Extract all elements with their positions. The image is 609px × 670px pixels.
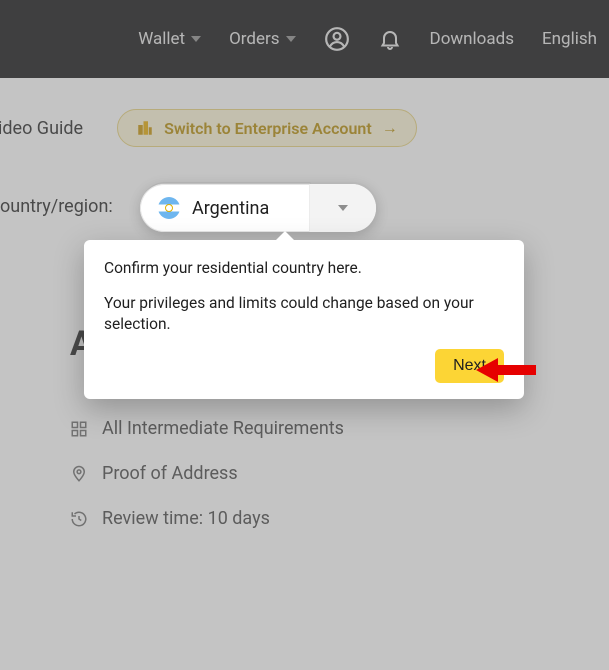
confirm-country-popover: Confirm your residential country here. Y… [84, 240, 524, 399]
country-selector-dropdown[interactable] [310, 184, 376, 232]
country-selector-main[interactable]: Argentina [140, 184, 310, 232]
country-selector[interactable]: Argentina [140, 184, 376, 232]
argentina-flag-icon [158, 197, 180, 219]
popover-line2: Your privileges and limits could change … [104, 293, 504, 335]
chevron-down-icon [338, 205, 348, 211]
annotation-arrow-icon [476, 358, 536, 382]
country-selector-value: Argentina [192, 198, 269, 219]
popover-line1: Confirm your residential country here. [104, 258, 504, 279]
